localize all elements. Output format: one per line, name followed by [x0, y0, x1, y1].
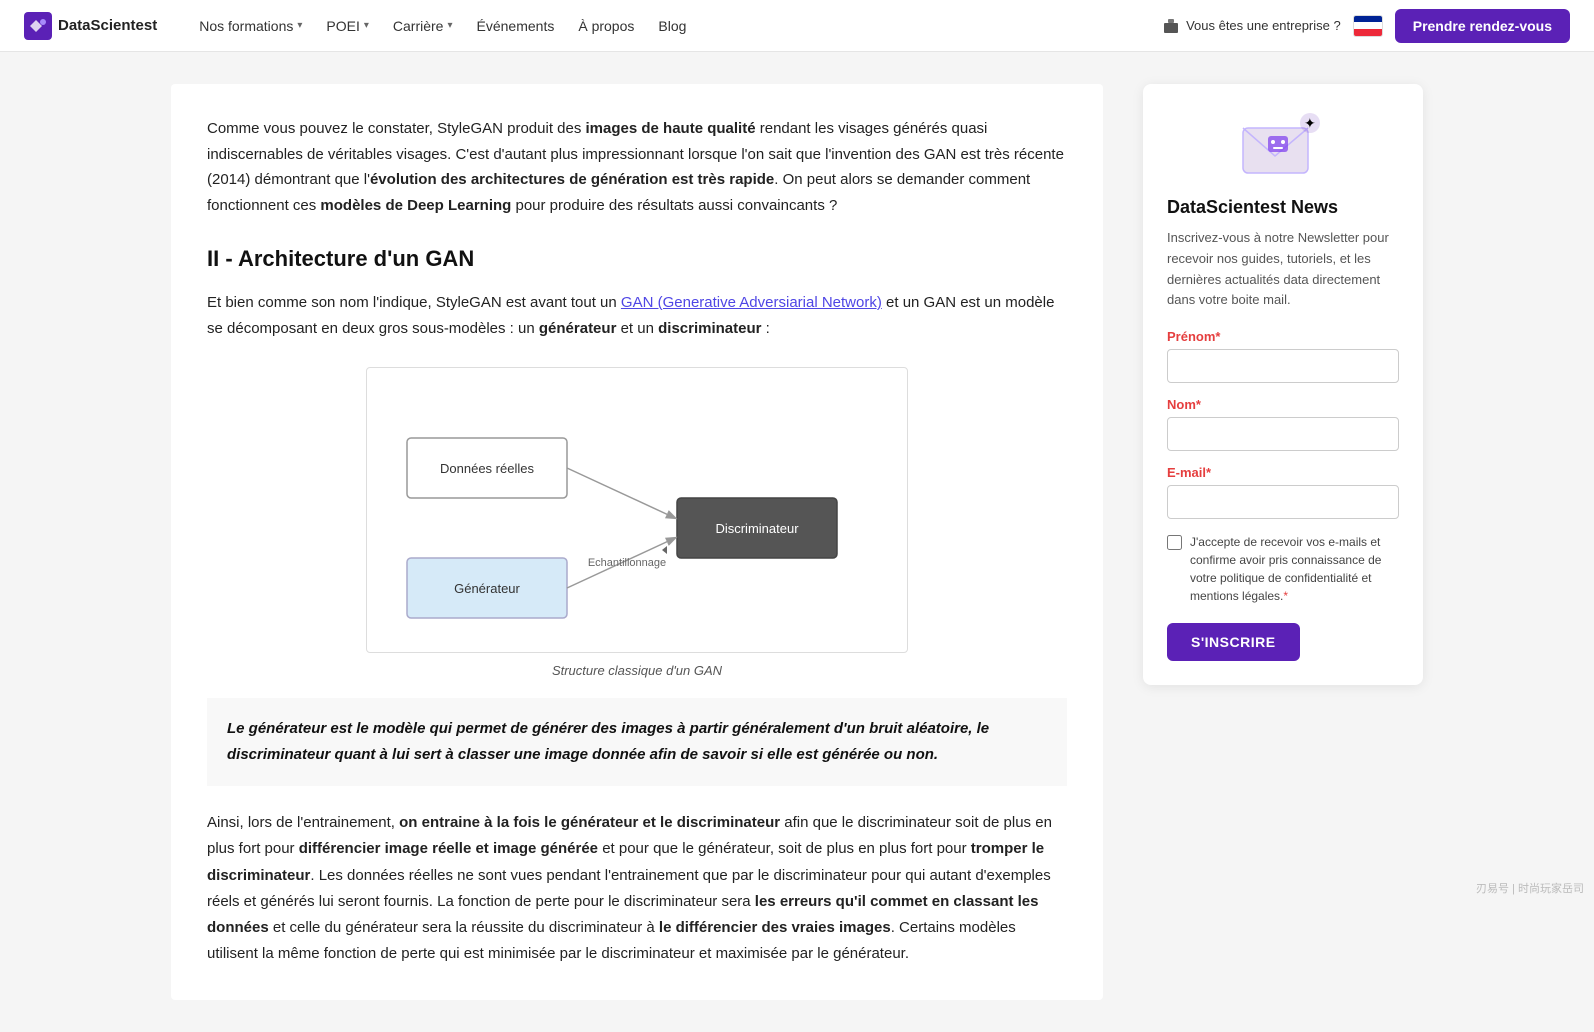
svg-text:Echantillonnage: Echantillonnage	[588, 557, 666, 569]
gan-diagram-svg: Données réelles Générateur Discriminateu…	[387, 388, 887, 628]
consent-label: J'accepte de recevoir vos e-mails et con…	[1190, 533, 1399, 605]
nav-carriere[interactable]: Carrière ▾	[383, 12, 463, 40]
formations-chevron: ▾	[297, 20, 302, 31]
nom-required: *	[1196, 397, 1201, 412]
nav-poei[interactable]: POEI ▾	[316, 12, 379, 40]
consent-checkbox[interactable]	[1167, 535, 1182, 550]
article-blockquote: Le générateur est le modèle qui permet d…	[207, 698, 1067, 787]
consent-row: J'accepte de recevoir vos e-mails et con…	[1167, 533, 1399, 605]
email-label: E-mail*	[1167, 465, 1399, 480]
email-input[interactable]	[1167, 485, 1399, 519]
prenom-input[interactable]	[1167, 349, 1399, 383]
nav-links: Nos formations ▾ POEI ▾ Carrière ▾ Événe…	[189, 12, 1162, 40]
email-required: *	[1206, 465, 1211, 480]
article-intro: Comme vous pouvez le constater, StyleGAN…	[207, 116, 1067, 218]
main-content: Comme vous pouvez le constater, StyleGAN…	[171, 84, 1103, 1000]
sidebar-title: DataScientest News	[1167, 197, 1399, 218]
logo-icon	[24, 12, 52, 40]
sidebar-description: Inscrivez-vous à notre Newsletter pour r…	[1167, 228, 1399, 311]
nom-input[interactable]	[1167, 417, 1399, 451]
subscribe-button[interactable]: S'INSCRIRE	[1167, 623, 1300, 661]
diagram-container: Données réelles Générateur Discriminateu…	[207, 367, 1067, 678]
nav-right: Vous êtes une entreprise ? Prendre rende…	[1162, 9, 1570, 43]
article-para-1: Et bien comme son nom l'indique, StyleGA…	[207, 290, 1067, 343]
flag-red	[1354, 29, 1382, 36]
newsletter-form: Prénom* Nom* E-mail* J'accepte de recevo…	[1167, 329, 1399, 661]
diagram-caption: Structure classique d'un GAN	[552, 663, 722, 678]
watermark: 刃易号 | 时尚玩家岳司	[1476, 880, 1584, 896]
cta-button[interactable]: Prendre rendez-vous	[1395, 9, 1570, 43]
prenom-label: Prénom*	[1167, 329, 1399, 344]
section-title: II - Architecture d'un GAN	[207, 246, 1067, 272]
nav-evenements[interactable]: Événements	[467, 12, 565, 40]
svg-text:✦: ✦	[1304, 115, 1316, 131]
logo-text: DataScientest	[58, 17, 157, 34]
logo[interactable]: DataScientest	[24, 12, 157, 40]
page-wrapper: Comme vous pouvez le constater, StyleGAN…	[147, 52, 1447, 1032]
diagram-svg: Données réelles Générateur Discriminateu…	[366, 367, 908, 653]
enterprise-link[interactable]: Vous êtes une entreprise ?	[1162, 17, 1341, 35]
nav-blog[interactable]: Blog	[648, 12, 696, 40]
newsletter-card: ✦ DataScientest News Inscrivez-vous à no…	[1143, 84, 1423, 685]
sidebar: ✦ DataScientest News Inscrivez-vous à no…	[1143, 84, 1423, 685]
language-flag[interactable]	[1353, 15, 1383, 37]
prenom-required: *	[1215, 329, 1220, 344]
flag-white	[1354, 22, 1382, 29]
carriere-chevron: ▾	[447, 20, 452, 31]
newsletter-illustration: ✦	[1167, 108, 1399, 183]
nom-label: Nom*	[1167, 397, 1399, 412]
gan-link[interactable]: GAN (Generative Adversiarial Network)	[621, 294, 882, 311]
article-last-para: Ainsi, lors de l'entrainement, on entrai…	[207, 810, 1067, 968]
enterprise-icon	[1162, 17, 1180, 35]
donnees-label: Données réelles	[440, 461, 534, 476]
poei-chevron: ▾	[364, 20, 369, 31]
nav-formations[interactable]: Nos formations ▾	[189, 12, 312, 40]
discriminateur-label: Discriminateur	[715, 521, 799, 536]
flag-blue	[1354, 16, 1382, 23]
generateur-label: Générateur	[454, 581, 520, 596]
navigation: DataScientest Nos formations ▾ POEI ▾ Ca…	[0, 0, 1594, 52]
newsletter-icon: ✦	[1238, 108, 1328, 183]
nav-apropos[interactable]: À propos	[568, 12, 644, 40]
